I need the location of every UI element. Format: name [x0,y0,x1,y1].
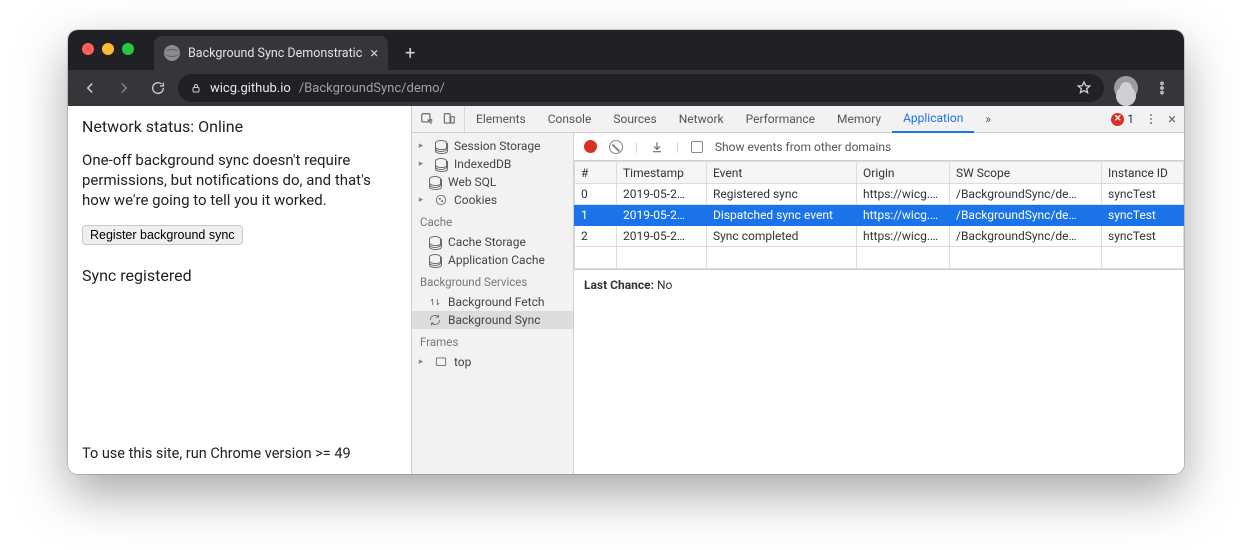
devtools-tab-memory[interactable]: Memory [826,106,892,133]
tree-session-storage[interactable]: Session Storage [412,137,573,155]
browser-menu-button[interactable] [1148,74,1176,102]
table-row-empty [575,247,1184,269]
col-instance[interactable]: Instance ID [1102,162,1184,184]
sync-result: Sync registered [82,265,397,287]
devtools-tab-performance[interactable]: Performance [735,106,826,133]
lock-icon [190,81,202,95]
device-toggle-icon[interactable] [442,112,456,126]
show-other-domains-label: Show events from other domains [715,140,891,154]
register-sync-button[interactable]: Register background sync [82,225,243,245]
download-icon[interactable] [650,140,664,154]
bgsync-panel: | | Show events from other domains # Tim… [574,133,1184,474]
url-path: /BackgroundSync/demo/ [299,81,445,96]
col-timestamp[interactable]: Timestamp [617,162,707,184]
tree-indexeddb[interactable]: IndexedDB [412,155,573,173]
show-other-domains-checkbox[interactable] [691,141,703,153]
table-row[interactable]: 2 2019-05-2… Sync completed https://wicg… [575,226,1184,247]
devtools-close-icon[interactable]: × [1168,110,1176,128]
browser-tab[interactable]: Background Sync Demonstratic × [154,36,388,70]
tab-strip: Background Sync Demonstratic × + [68,30,1184,70]
page-blurb: One-off background sync doesn't require … [82,150,397,211]
error-count: 1 [1127,112,1134,126]
bgsync-toolbar: | | Show events from other domains [574,133,1184,161]
tree-header-bgservices: Background Services [412,269,573,293]
error-icon: ✕ [1111,113,1124,126]
devtools-tab-network[interactable]: Network [668,106,735,133]
table-header-row: # Timestamp Event Origin SW Scope Instan… [575,162,1184,184]
tree-application-cache[interactable]: Application Cache [412,251,573,269]
devtools-menu-icon[interactable] [1144,112,1158,126]
address-bar[interactable]: wicg.github.io/BackgroundSync/demo/ [178,74,1104,102]
tree-background-sync[interactable]: Background Sync [412,311,573,329]
events-table: # Timestamp Event Origin SW Scope Instan… [574,161,1184,269]
error-indicator[interactable]: ✕1 [1111,112,1134,126]
minimize-window-icon[interactable] [102,43,114,55]
tree-websql[interactable]: Web SQL [412,173,573,191]
inspect-tools[interactable] [412,106,465,132]
tree-cookies[interactable]: Cookies [412,191,573,209]
back-button[interactable] [76,74,104,102]
col-scope[interactable]: SW Scope [950,162,1102,184]
profile-avatar[interactable] [1114,76,1138,100]
col-index[interactable]: # [575,162,617,184]
tab-title: Background Sync Demonstratic [188,46,362,61]
page-viewport: Network status: Online One-off backgroun… [68,106,411,474]
browser-window: Background Sync Demonstratic × + wicg.gi… [68,30,1184,474]
reload-button[interactable] [144,74,172,102]
col-origin[interactable]: Origin [857,162,950,184]
detail-value: No [657,278,672,292]
tree-header-frames: Frames [412,329,573,353]
event-detail: Last Chance: No [574,269,1184,300]
devtools-tab-console[interactable]: Console [537,106,603,133]
devtools-tab-application[interactable]: Application [892,106,974,133]
table-row[interactable]: 1 2019-05-2… Dispatched sync event https… [575,205,1184,226]
browser-toolbar: wicg.github.io/BackgroundSync/demo/ [68,70,1184,106]
bookmark-star-icon[interactable] [1076,80,1092,96]
network-status: Network status: Online [82,116,397,138]
forward-button[interactable] [110,74,138,102]
devtools-tab-overflow[interactable]: » [974,106,1002,133]
fullscreen-window-icon[interactable] [122,43,134,55]
tree-cache-storage[interactable]: Cache Storage [412,233,573,251]
tree-frame-top[interactable]: top [412,353,573,371]
inspect-icon[interactable] [420,112,434,126]
close-window-icon[interactable] [82,43,94,55]
devtools-tab-bar: Elements Console Sources Network Perform… [412,106,1184,133]
tree-header-cache: Cache [412,209,573,233]
chrome-requirement: To use this site, run Chrome version >= … [82,444,351,464]
devtools: Elements Console Sources Network Perform… [411,106,1184,474]
table-row[interactable]: 0 2019-05-2… Registered sync https://wic… [575,184,1184,205]
url-host: wicg.github.io [210,81,291,96]
devtools-tab-elements[interactable]: Elements [465,106,537,133]
close-tab-icon[interactable]: × [370,46,378,61]
devtools-tab-sources[interactable]: Sources [602,106,667,133]
detail-label: Last Chance: [584,278,654,292]
content-area: Network status: Online One-off backgroun… [68,106,1184,474]
window-controls[interactable] [82,43,134,55]
record-button[interactable] [584,140,597,153]
new-tab-button[interactable]: + [396,39,424,67]
tree-background-fetch[interactable]: Background Fetch [412,293,573,311]
application-sidebar: Session Storage IndexedDB Web SQL Cookie… [412,133,574,474]
col-event[interactable]: Event [707,162,857,184]
globe-icon [164,45,180,61]
clear-button[interactable] [609,140,623,154]
